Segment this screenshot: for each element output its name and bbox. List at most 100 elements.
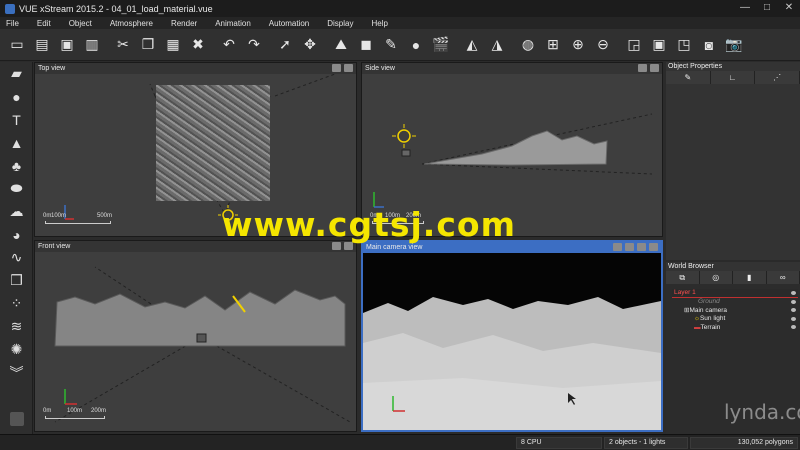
menu-automation[interactable]: Automation: [269, 19, 309, 28]
scale-mark-a: 100m: [51, 213, 67, 219]
viewport-header: Side view: [362, 63, 662, 74]
save-icon[interactable]: ▣: [56, 34, 78, 56]
tree-item-ground[interactable]: Ground: [672, 298, 798, 307]
globe-icon[interactable]: ◍: [517, 34, 539, 56]
front-viewport[interactable]: Front view 0m 100m 200m: [34, 240, 357, 432]
camera-render-icon[interactable]: [649, 243, 658, 251]
material-icon[interactable]: ✎: [380, 34, 402, 56]
camera-zoom-icon[interactable]: [637, 243, 646, 251]
undo-icon[interactable]: ↶: [218, 34, 240, 56]
tab-aspect-icon[interactable]: ✎: [666, 71, 711, 84]
sun-light-side-icon[interactable]: [392, 124, 416, 148]
camera-icon[interactable]: [401, 149, 411, 157]
menu-bar: File Edit Object Atmosphere Render Anima…: [0, 17, 800, 29]
fit-icon[interactable]: ◲: [623, 34, 645, 56]
scale-bar: [45, 416, 105, 419]
visibility-icon[interactable]: [791, 325, 796, 330]
camera-options-icon[interactable]: [625, 243, 634, 251]
object-tool-icon[interactable]: ❒: [0, 269, 33, 292]
light-tool-icon[interactable]: ✺: [0, 338, 33, 361]
delete-icon[interactable]: ✖: [187, 34, 209, 56]
cut-icon[interactable]: ✂: [112, 34, 134, 56]
menu-display[interactable]: Display: [327, 19, 353, 28]
tree-item-main-camera[interactable]: ⊞ Main camera: [672, 306, 798, 315]
expand-tools-icon[interactable]: ︾: [0, 361, 33, 384]
tab-numerics-icon[interactable]: ∟: [711, 71, 756, 84]
camera-menu-icon[interactable]: [613, 243, 622, 251]
tornado-tool-icon[interactable]: ≋: [0, 315, 33, 338]
camera-icon[interactable]: ◙: [698, 34, 720, 56]
window-controls: — □ ✕: [734, 0, 800, 17]
tab-stats-icon[interactable]: ▮: [733, 271, 767, 284]
viewport-menu-icon[interactable]: [332, 64, 341, 72]
object-properties-body: [666, 84, 800, 260]
paste-icon[interactable]: ▦: [162, 34, 184, 56]
rock-tool-icon[interactable]: ⬬: [0, 177, 33, 200]
visibility-icon[interactable]: [791, 316, 796, 321]
new-file-icon[interactable]: ▭: [6, 34, 28, 56]
brand-watermark: lynda.com: [724, 400, 800, 424]
viewport-options-icon[interactable]: [650, 64, 659, 72]
visibility-icon[interactable]: [791, 299, 796, 304]
color-icon[interactable]: ●: [405, 34, 427, 56]
select-icon[interactable]: ➚: [274, 34, 296, 56]
tree-item-terrain[interactable]: ▬ Terrain: [672, 323, 798, 332]
menu-atmosphere[interactable]: Atmosphere: [110, 19, 153, 28]
curve-tool-icon[interactable]: ∿: [0, 246, 33, 269]
mirror-icon[interactable]: ◭: [461, 34, 483, 56]
viewport-options-icon[interactable]: [344, 64, 353, 72]
transform-icon[interactable]: ⊞: [542, 34, 564, 56]
split-icon[interactable]: ◮: [486, 34, 508, 56]
menu-help[interactable]: Help: [371, 19, 387, 28]
particles-tool-icon[interactable]: ⁘: [0, 292, 33, 315]
status-polygons: 130,052 polygons: [690, 437, 798, 449]
planet-tool-icon[interactable]: ◕: [0, 223, 33, 246]
view-icon[interactable]: ◳: [673, 34, 695, 56]
object-tools-panel: ▰ ● T ▲ ♣ ⬬ ☁ ◕ ∿ ❒ ⁘ ≋ ✺ ︾: [0, 62, 33, 434]
app-icon: [5, 3, 15, 14]
terrain-tool-icon[interactable]: ▰: [0, 62, 33, 85]
landscape-icon[interactable]: ⛰: [330, 34, 352, 56]
cloud-tool-icon[interactable]: ☁: [0, 200, 33, 223]
camera-front-icon[interactable]: [196, 333, 207, 343]
menu-object[interactable]: Object: [69, 19, 92, 28]
open-file-icon[interactable]: ▤: [31, 34, 53, 56]
terrain-side-profile[interactable]: [423, 130, 608, 166]
move-icon[interactable]: ✥: [299, 34, 321, 56]
tab-links-icon[interactable]: ∞: [767, 271, 800, 284]
tab-objects-icon[interactable]: ⧉: [666, 271, 700, 284]
close-button[interactable]: ✕: [778, 0, 800, 15]
terrain-top-preview[interactable]: [156, 85, 270, 201]
tree-item-sun-light[interactable]: ☼ Sun light: [672, 315, 798, 324]
menu-file[interactable]: File: [6, 19, 19, 28]
layout-icon[interactable]: ▣: [648, 34, 670, 56]
tree-item-layer[interactable]: Layer 1: [672, 289, 798, 298]
visibility-icon[interactable]: [791, 308, 796, 313]
render-icon[interactable]: 🎬: [430, 34, 452, 56]
menu-edit[interactable]: Edit: [37, 19, 51, 28]
cube-icon[interactable]: ◼: [355, 34, 377, 56]
main-camera-viewport[interactable]: Main camera view: [361, 240, 663, 432]
viewport-menu-icon[interactable]: [638, 64, 647, 72]
minimize-button[interactable]: —: [734, 0, 756, 15]
copy-icon[interactable]: ❐: [137, 34, 159, 56]
snapshot-icon[interactable]: 📷: [723, 34, 745, 56]
main-toolbar: ▭ ▤ ▣ ▥ ✂ ❐ ▦ ✖ ↶ ↷ ➚ ✥ ⛰ ◼ ✎ ● 🎬 ◭ ◮ ◍ ⊞ ⊕ ⊖ ◲ ▣ ◳ ◙ 📷: [0, 29, 800, 61]
info-icon[interactable]: [10, 412, 24, 426]
maximize-button[interactable]: □: [756, 0, 778, 15]
zoom-out-icon[interactable]: ⊖: [592, 34, 614, 56]
text-tool-icon[interactable]: T: [0, 108, 33, 131]
tree-tool-icon[interactable]: ♣: [0, 154, 33, 177]
tab-animation-icon[interactable]: ⋰: [755, 71, 800, 84]
visibility-icon[interactable]: [791, 290, 796, 295]
sphere-tool-icon[interactable]: ●: [0, 85, 33, 108]
save-as-icon[interactable]: ▥: [81, 34, 103, 56]
viewport-title: Main camera view: [366, 244, 423, 251]
redo-icon[interactable]: ↷: [243, 34, 265, 56]
menu-animation[interactable]: Animation: [215, 19, 251, 28]
tab-materials-icon[interactable]: ◎: [700, 271, 733, 284]
menu-render[interactable]: Render: [171, 19, 197, 28]
zoom-in-icon[interactable]: ⊕: [567, 34, 589, 56]
mountain-tool-icon[interactable]: ▲: [0, 131, 33, 154]
right-panel: Object Properties ✎ ∟ ⋰ World Browser ⧉ …: [666, 62, 800, 434]
